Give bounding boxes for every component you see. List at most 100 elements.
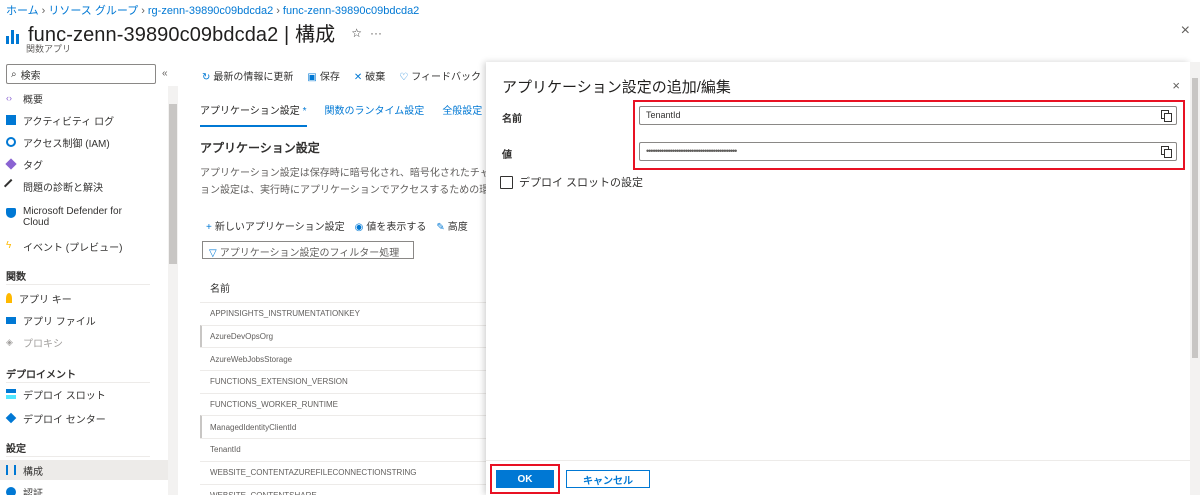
settings-actions: + 新しいアプリケーション設定 ◉ 値を表示する ✎ 高度 [206,218,468,233]
table-row[interactable]: FUNCTIONS_EXTENSION_VERSION [200,370,486,393]
search-icon: ⌕ [11,68,17,80]
table-row[interactable]: ManagedIdentityClientId [200,415,486,439]
iam-icon [6,137,16,147]
filter-icon: ▽ [209,248,217,259]
auth-icon [6,487,16,495]
advanced-edit-button[interactable]: ✎ 高度 [436,218,467,233]
sidebar-scrollbar[interactable] [168,86,178,495]
search-placeholder: 検索 [20,70,41,82]
tab-bar: アプリケーション設定 * 関数のランタイム設定 全般設定 [200,102,482,127]
sidebar-item-overview[interactable]: ‹› 概要 [6,88,43,108]
sidebar-item-deployment-slots[interactable]: デプロイ スロット [6,384,106,404]
highlight-box [633,100,1185,170]
new-setting-button[interactable]: + 新しいアプリケーション設定 [206,218,345,233]
breadcrumb: ホーム › リソース グループ › rg-zenn-39890c09bdcda2 › fun… [6,5,420,17]
table-row[interactable]: AzureWebJobsStorage [200,347,486,370]
lightning-icon: ϟ [6,240,12,251]
key-icon [6,293,12,303]
eye-icon: ◉ [354,222,364,233]
scrollbar-thumb[interactable] [1192,78,1198,358]
activity-log-icon [6,115,16,125]
show-values-button[interactable]: ◉ 値を表示する [355,218,427,233]
breadcrumb-resource-group[interactable]: rg-zenn-39890c09bdcda2 [148,5,273,17]
section-description: アプリケーション設定は保存時に暗号化され、暗号化されたチャネル ョン設定は、実行… [200,168,486,196]
panel-title: アプリケーション設定の追加/編集 [502,79,731,96]
checkbox[interactable] [500,175,513,189]
sidebar-item-deployment-center[interactable]: デプロイ センター [5,408,106,428]
command-bar: ↻ 最新の情報に更新 ▣ 保存 ✕ 破棄 ♡ フィードバック [202,68,481,83]
collapse-icon[interactable]: « [162,68,168,79]
close-icon[interactable]: × [1172,78,1180,93]
feedback-button[interactable]: ♡ フィードバック [399,68,481,83]
overview-icon: ‹› [6,93,12,103]
cancel-button[interactable]: キャンセル [566,470,650,488]
discard-icon: ✕ [353,72,363,83]
filter-input[interactable]: ▽ アプリケーション設定のフィルター処理 [202,241,414,259]
refresh-icon: ↻ [202,72,211,83]
close-icon[interactable]: × [1181,22,1190,40]
tag-icon [5,158,17,170]
slot-setting-checkbox[interactable]: デプロイ スロットの設定 [500,174,643,190]
refresh-button[interactable]: ↻ 最新の情報に更新 [202,68,293,83]
save-button[interactable]: ▣ 保存 [307,68,339,83]
plus-icon: + [206,222,212,233]
sidebar-item-configuration[interactable]: 構成 [0,460,168,480]
sidebar-section-settings: 設定 [6,444,26,455]
sidebar-item-app-keys[interactable]: アプリ キー [6,288,72,308]
edit-setting-panel: アプリケーション設定の追加/編集 × 名前 TenantId 値 •••••••… [486,62,1190,495]
panel-footer: OK キャンセル [486,460,1190,495]
tab-runtime-settings[interactable]: 関数のランタイム設定 [325,102,425,127]
sidebar-section-deployment: デプロイメント [6,370,76,381]
slot-icon [6,389,16,399]
sidebar-item-activity-log[interactable]: アクティビティ ログ [6,110,114,130]
breadcrumb-function-app[interactable]: func-zenn-39890c09bdcda2 [283,5,419,17]
sidebar-item-defender[interactable]: Microsoft Defender for Cloud [6,206,133,236]
sidebar: ⌕ 検索 « ‹› 概要 アクティビティ ログ アクセス制御 (IAM) タグ 問… [0,62,180,495]
sidebar-item-app-files[interactable]: アプリ ファイル [6,310,96,330]
sidebar-item-diagnose[interactable]: 問題の診断と解決 [3,176,103,196]
cube-icon [5,412,17,424]
table-row[interactable]: AzureDevOpsOrg [200,324,486,348]
more-icon[interactable]: ··· [370,26,382,40]
page-subtitle: 関数アプリ [26,44,72,54]
save-icon: ▣ [307,72,317,83]
table-row[interactable]: WEBSITE_CONTENTAZUREFILECONNECTIONSTRING [200,460,486,484]
sidebar-item-authentication[interactable]: 認証 [6,482,43,495]
heart-icon: ♡ [399,72,409,83]
panel-scrollbar[interactable] [1190,62,1200,495]
wrench-icon [3,178,19,194]
config-icon [6,465,16,475]
star-icon[interactable]: ☆ [351,26,362,40]
highlight-box [490,464,560,494]
section-title: アプリケーション設定 [200,141,320,155]
sidebar-item-iam[interactable]: アクセス制御 (IAM) [6,132,110,152]
sidebar-item-proxies[interactable]: ◈ プロキシ [6,332,63,352]
divider [6,456,150,457]
search-input[interactable]: ⌕ 検索 [6,64,156,84]
scrollbar-thumb[interactable] [169,104,177,264]
table-row[interactable]: TenantId [200,438,486,461]
name-label: 名前 [502,114,522,125]
divider [6,284,150,285]
table-row[interactable]: WEBSITE_CONTENTSHARE [200,483,486,495]
pencil-icon: ✎ [436,222,445,233]
column-header-name[interactable]: 名前 [210,280,230,295]
sidebar-section-functions: 関数 [6,272,26,283]
file-icon [6,316,16,324]
value-label: 値 [502,150,512,161]
proxy-icon: ◈ [6,337,13,347]
tab-general-settings[interactable]: 全般設定 [442,102,482,127]
config-icon [6,29,20,44]
settings-table: APPINSIGHTS_INSTRUMENTATIONKEY AzureDevO… [200,302,486,495]
table-row[interactable]: APPINSIGHTS_INSTRUMENTATIONKEY [200,302,486,325]
shield-icon [6,208,16,218]
tab-app-settings[interactable]: アプリケーション設定 * [200,102,307,127]
discard-button[interactable]: ✕ 破棄 [354,68,385,83]
sidebar-item-events[interactable]: ϟ イベント (プレビュー) [6,236,122,256]
divider [6,382,150,383]
sidebar-item-tags[interactable]: タグ [5,154,43,174]
page-title: func-zenn-39890c09bdcda2 | 構成 [28,24,336,46]
breadcrumb-resource-groups[interactable]: リソース グループ [48,5,138,17]
breadcrumb-home[interactable]: ホーム [6,5,39,17]
table-row[interactable]: FUNCTIONS_WORKER_RUNTIME [200,392,486,416]
